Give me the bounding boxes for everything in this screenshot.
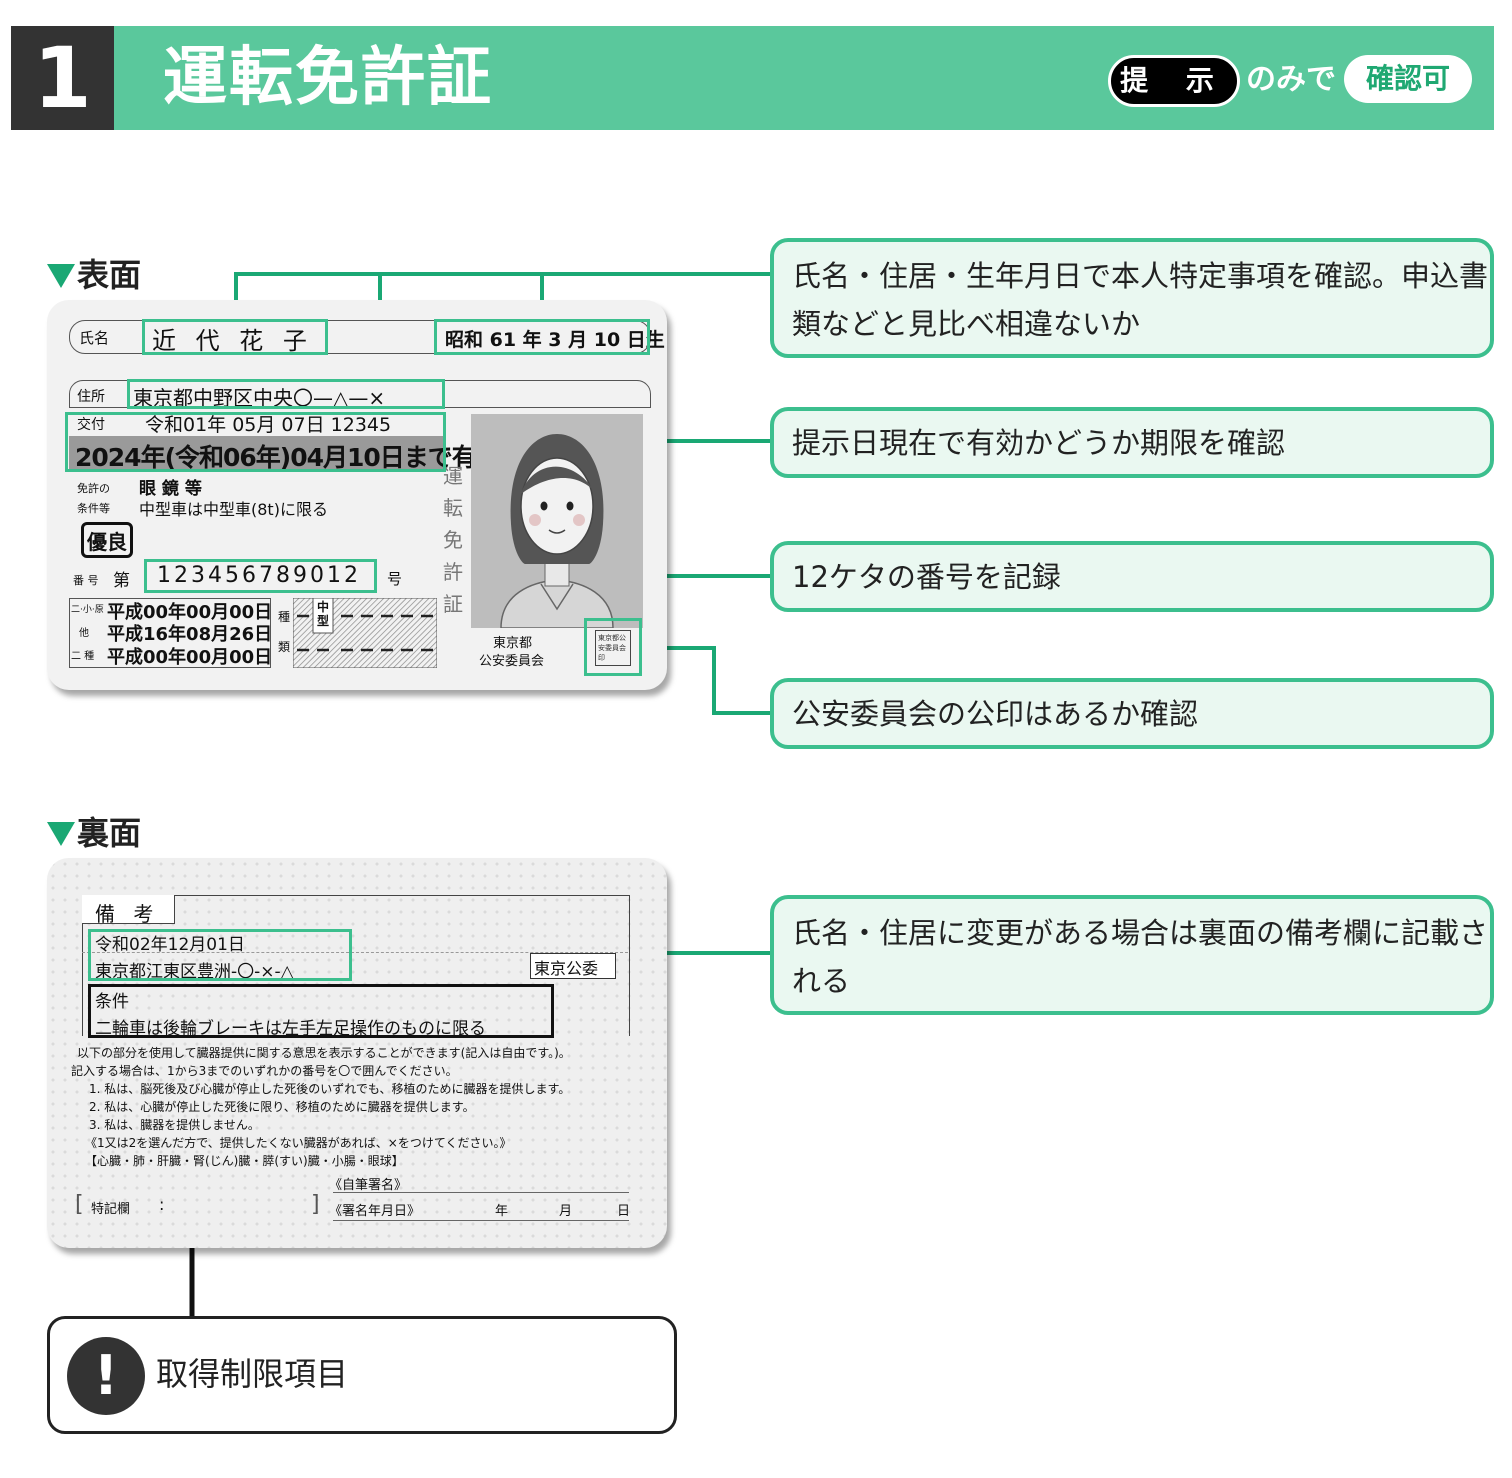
sign-date-line [333,1220,629,1221]
number-prefix: 第 [113,571,130,591]
highlight-remarks [88,929,352,981]
organ-line-5: 3. 私は、臓器を提供しません。 [89,1118,260,1132]
sign-date-label: 《署名年月日》 [329,1204,421,1219]
callout-identity: 氏名・住居・生年月日で本人特定事項を確認。申込書類などと見比べ相違ないか [770,238,1494,358]
holder-photo [471,414,643,628]
callout-back-remarks: 氏名・住居に変更がある場合は裏面の備考欄に記載される [770,895,1494,1015]
condition-label-2: 条件等 [77,502,110,515]
signature-line [333,1192,629,1193]
kind-grid [293,598,437,668]
callout-expiry: 提示日現在で有効かどうか期限を確認 [770,407,1494,478]
license-front-card: 氏名 近 代 花 子 昭和 61 年 3 月 10 日生 住所 東京都中野区中央… [47,300,667,690]
number-suffix: 号 [387,570,403,588]
issuer-line-1: 東京都 [493,636,533,651]
vertical-title: 運 転 免 許 証 [443,464,463,616]
sign-month: 月 [559,1204,573,1219]
organ-line-1: 以下の部分を使用して臓器提供に関する意思を表示することができます(記入は自由です… [77,1046,571,1060]
highlight-number [144,559,377,593]
date-value-3: 平成00年00月00日 [107,647,273,668]
name-label: 氏名 [79,329,110,347]
organ-line-2: 記入する場合は、1から3までのいずれかの番号を〇で囲んでください。 [71,1064,458,1078]
kind-label-2: 類 [278,640,291,654]
excellent-badge: 優良 [87,530,127,554]
organ-line-4: 2. 私は、心臓が停止した死後に限り、移植のために臓器を提供します。 [89,1100,475,1114]
highlight-birth [434,319,650,355]
remarks-title: 備 考 [95,902,160,926]
sign-day: 日 [617,1204,631,1219]
condition-vehicle: 中型車は中型車(8t)に限る [139,500,328,519]
special-bracket-right: ] [311,1192,320,1217]
condition-label-1: 免許の [77,482,110,495]
organ-line-6: 《1又は2を選んだ方で、提供したくない臓器があれば、×をつけてください。》 [85,1136,512,1150]
organ-line-3: 1. 私は、脳死後及び心臓が停止した死後のいずれでも、移植のために臓器を提供しま… [89,1082,571,1096]
date-label-3: 二 種 [71,651,95,662]
license-back-card: 備 考 令和02年12月01日 東京都江東区豊洲-〇-×-△ 東京公委 条件 二… [47,858,667,1248]
kind-label-1: 種 [278,610,291,624]
address-label: 住所 [77,389,105,405]
callout-number: 12ケタの番号を記録 [770,541,1494,612]
date-label-2: 他 [79,628,89,639]
callout-seal: 公安委員会の公印はあるか確認 [770,678,1494,749]
signature-label: 《自筆署名》 [329,1178,408,1193]
organ-line-7: 【心臓・肺・肝臓・腎(じん)臓・膵(すい)臓・小腸・眼球】 [85,1154,404,1168]
highlight-address [127,379,445,409]
highlight-seal [584,618,642,676]
number-label: 番 号 [73,574,99,587]
exclamation-icon: ! [67,1337,145,1415]
highlight-expiry [65,412,446,472]
highlight-condition [88,984,554,1038]
special-label: 特記欄 [91,1202,131,1217]
sign-year: 年 [495,1204,509,1219]
issuer-line-2: 公安委員会 [479,654,545,669]
legend-text: 取得制限項目 [156,1355,349,1393]
kind-medium: 中型 [317,600,330,628]
special-colon: : [159,1195,165,1214]
highlight-name [142,319,328,355]
remark-stamp: 東京公委 [534,959,599,978]
date-label-1: 二·小·原 [71,605,104,615]
special-bracket-left: [ [75,1192,84,1217]
